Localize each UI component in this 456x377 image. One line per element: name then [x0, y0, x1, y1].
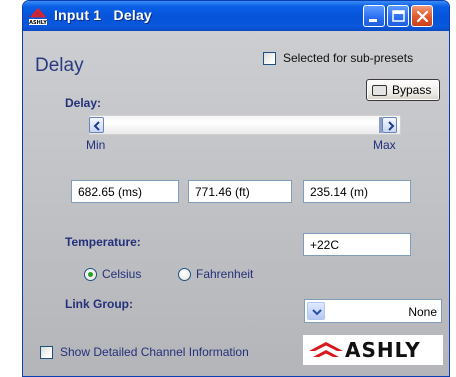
close-button[interactable]	[411, 5, 433, 27]
delay-window: ASHLY Input 1 Delay Delay Selected for s…	[22, 0, 450, 377]
radio-selected-dot	[88, 272, 93, 277]
slider-min-label: Min	[86, 138, 106, 152]
svg-text:ASHLY: ASHLY	[29, 20, 47, 26]
fahrenheit-radio[interactable]	[178, 268, 191, 281]
celsius-radio[interactable]	[84, 268, 97, 281]
ashly-chevron-icon	[309, 342, 343, 357]
minimize-button[interactable]	[363, 5, 385, 27]
delay-ft-field[interactable]: 771.46 (ft)	[188, 180, 292, 203]
dialog-body: Delay Selected for sub-presets Bypass De…	[23, 31, 449, 376]
bypass-led-icon	[372, 85, 387, 96]
ashly-logo-icon: ASHLY	[29, 6, 47, 26]
slider-left-arrow-button[interactable]	[89, 117, 104, 133]
brand-logo: ASHLY	[303, 335, 443, 365]
link-group-label: Link Group:	[65, 297, 133, 311]
temperature-field[interactable]: +22C	[303, 233, 411, 256]
title-bar[interactable]: ASHLY Input 1 Delay	[23, 1, 449, 31]
maximize-button[interactable]	[387, 5, 409, 27]
bypass-label: Bypass	[392, 83, 432, 97]
delay-label: Delay:	[65, 96, 102, 110]
delay-slider[interactable]	[89, 115, 401, 135]
sub-presets-label: Selected for sub-presets	[283, 51, 414, 65]
brand-name: ASHLY	[345, 338, 421, 362]
link-group-select[interactable]: None	[304, 299, 442, 323]
show-details-label: Show Detailed Channel Information	[60, 345, 249, 359]
celsius-label: Celsius	[102, 267, 142, 281]
sub-presets-checkbox[interactable]	[263, 52, 276, 65]
chevron-down-icon[interactable]	[307, 302, 325, 320]
show-details-checkbox[interactable]	[40, 346, 53, 359]
link-group-value: None	[408, 305, 437, 319]
window-title: Input 1 Delay	[54, 7, 152, 23]
page-title: Delay	[35, 55, 84, 76]
slider-thumb[interactable]	[379, 117, 382, 133]
fahrenheit-label: Fahrenheit	[196, 267, 254, 281]
delay-m-field[interactable]: 235.14 (m)	[303, 180, 411, 203]
delay-ms-field[interactable]: 682.65 (ms)	[71, 180, 179, 203]
temperature-label: Temperature:	[65, 235, 141, 249]
bypass-button[interactable]: Bypass	[366, 79, 440, 101]
slider-max-label: Max	[373, 138, 396, 152]
slider-right-arrow-button[interactable]	[382, 117, 397, 133]
